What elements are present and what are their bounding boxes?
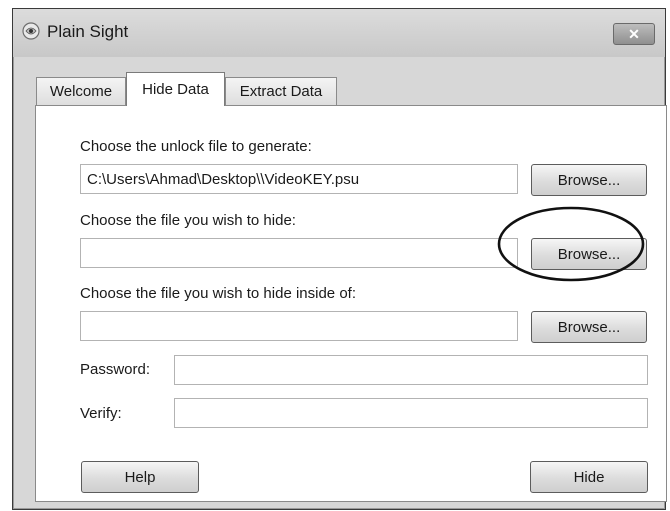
unlock-file-path-input[interactable] xyxy=(80,164,518,194)
close-icon: ✕ xyxy=(628,25,640,42)
verify-password-field[interactable] xyxy=(174,398,648,428)
browse-host-file-button[interactable]: Browse... xyxy=(531,311,647,343)
tab-hide-data[interactable]: Hide Data xyxy=(126,72,225,106)
tab-extract-data-label: Extract Data xyxy=(239,83,323,100)
host-file-path-input[interactable] xyxy=(80,311,518,341)
hide-file-path-input[interactable] xyxy=(80,238,518,268)
help-button[interactable]: Help xyxy=(81,461,199,493)
browse-unlock-file-button[interactable]: Browse... xyxy=(531,164,647,196)
password-field[interactable] xyxy=(174,355,648,385)
close-button[interactable]: ✕ xyxy=(613,23,655,45)
hide-file-label: Choose the file you wish to hide: xyxy=(80,212,296,229)
hide-button[interactable]: Hide xyxy=(530,461,648,493)
tab-hide-data-label: Hide Data xyxy=(142,81,209,98)
verify-label: Verify: xyxy=(80,405,122,422)
tab-welcome[interactable]: Welcome xyxy=(36,77,126,105)
hide-data-panel: Choose the unlock file to generate: Brow… xyxy=(35,105,667,502)
unlock-file-label: Choose the unlock file to generate: xyxy=(80,138,312,155)
title-bar[interactable]: Plain Sight ✕ xyxy=(13,9,665,57)
host-file-label: Choose the file you wish to hide inside … xyxy=(80,285,356,302)
tab-welcome-label: Welcome xyxy=(49,83,113,100)
plain-sight-window: Plain Sight ✕ Welcome Hide Data Extract … xyxy=(12,8,667,510)
app-icon xyxy=(22,22,40,40)
tab-extract-data[interactable]: Extract Data xyxy=(225,77,337,105)
password-label: Password: xyxy=(80,361,151,378)
browse-hide-file-button[interactable]: Browse... xyxy=(531,238,647,270)
window-title: Plain Sight xyxy=(47,22,129,41)
